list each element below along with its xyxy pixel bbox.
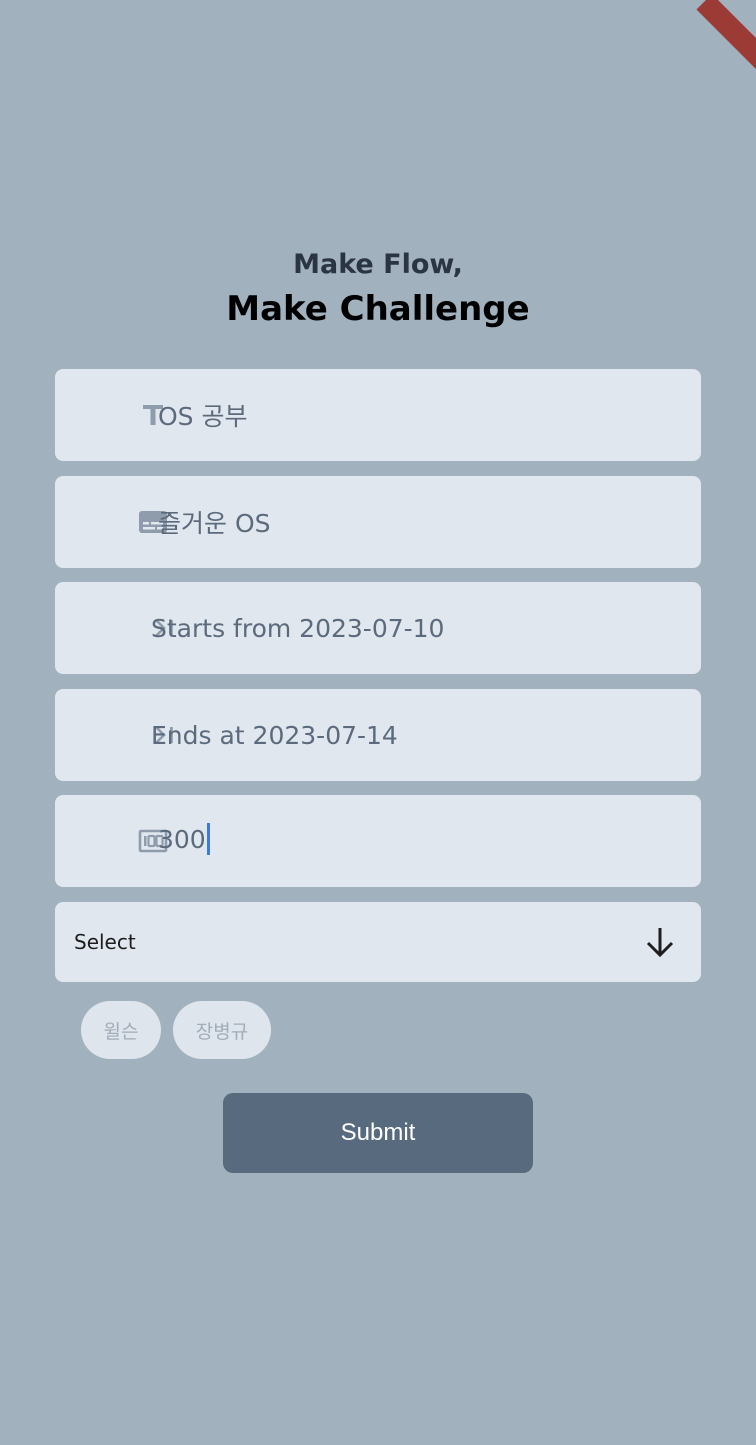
member-chip[interactable]: 장병규: [173, 1001, 271, 1059]
challenge-description-field[interactable]: 즐거운 OS: [55, 476, 701, 568]
start-date-field[interactable]: Starts from 2023-07-10: [55, 582, 701, 674]
submit-button[interactable]: Submit: [223, 1093, 533, 1173]
start-date-value[interactable]: Starts from 2023-07-10: [151, 614, 444, 643]
end-date-value[interactable]: Ends at 2023-07-14: [151, 721, 398, 750]
page-title: Make Flow, Make Challenge: [0, 247, 756, 335]
amount-input[interactable]: 300: [158, 823, 210, 857]
member-chip-label: 윌슨: [103, 1020, 139, 1043]
title-line-2: Make Challenge: [226, 289, 530, 329]
end-date-field[interactable]: Ends at 2023-07-14: [55, 689, 701, 781]
member-chip-label: 장병규: [195, 1020, 249, 1043]
member-select-dropdown[interactable]: Select: [55, 902, 701, 982]
member-chip[interactable]: 윌슨: [81, 1001, 161, 1059]
challenge-description-input[interactable]: 즐거운 OS: [158, 504, 271, 540]
challenge-title-field[interactable]: OS 공부: [55, 369, 701, 461]
challenge-title-input[interactable]: OS 공부: [158, 397, 248, 433]
title-line-1: Make Flow,: [293, 249, 463, 280]
text-caret: [206, 823, 210, 855]
amount-field[interactable]: 300: [55, 795, 701, 887]
select-label: Select: [74, 930, 136, 954]
arrow-down-icon: [643, 925, 677, 959]
